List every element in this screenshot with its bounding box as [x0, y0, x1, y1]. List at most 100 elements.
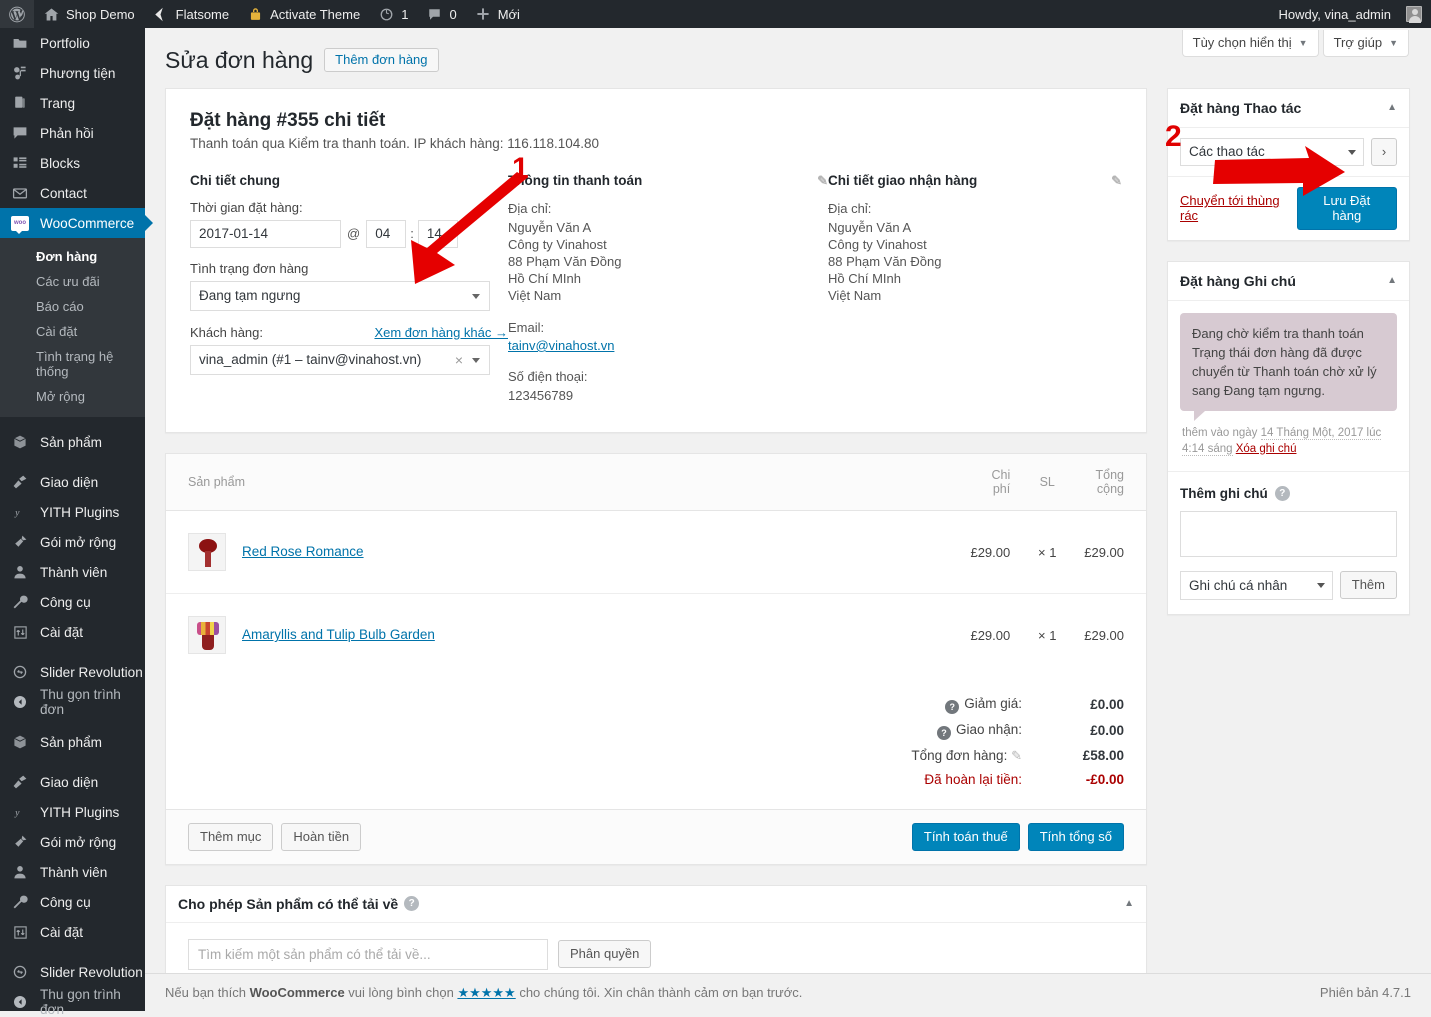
chevron-up-icon[interactable]: ▲	[1124, 898, 1134, 909]
sidebar-item-portfolio[interactable]: Portfolio	[0, 28, 145, 58]
grant-access-button[interactable]: Phân quyền	[558, 940, 652, 969]
sidebar-item-plugins-2[interactable]: Gói mở rộng	[0, 827, 145, 857]
sidebar-item-settings-2[interactable]: Cài đặt	[0, 917, 145, 947]
refund-button[interactable]: Hoàn tiền	[281, 822, 362, 851]
help-icon[interactable]: ?	[404, 896, 420, 912]
sidebar-item-products-2[interactable]: Sản phẩm	[0, 727, 145, 757]
flatsome-menu[interactable]: Flatsome	[144, 0, 238, 28]
note-type-select[interactable]: Ghi chú cá nhân	[1180, 570, 1333, 600]
downloadable-search-input[interactable]	[188, 938, 548, 970]
sidebar-item-slider-revolution[interactable]: Slider Revolution	[0, 657, 145, 687]
menu-separator	[0, 457, 145, 467]
sidebar-item-media[interactable]: Phương tiện	[0, 58, 145, 88]
edit-shipping-pencil-icon[interactable]: ✎	[1111, 173, 1122, 189]
submenu-item-reports[interactable]: Báo cáo	[0, 294, 145, 319]
order-total-label: Tổng đơn hàng:	[911, 747, 1008, 763]
settings-icon	[11, 923, 29, 941]
edit-total-pencil-icon[interactable]: ✎	[1011, 748, 1022, 763]
comments-menu[interactable]: 0	[417, 0, 465, 28]
sidebar-item-label: Thu gọn trình đơn	[40, 687, 121, 717]
sidebar-item-label: Gói mở rộng	[40, 834, 117, 850]
apply-action-button[interactable]: ›	[1371, 137, 1397, 166]
screen-options-button[interactable]: Tùy chọn hiển thị ▼	[1181, 30, 1319, 57]
view-other-orders-link[interactable]: Xem đơn hàng khác →	[374, 325, 508, 340]
updates-menu[interactable]: 1	[369, 0, 417, 28]
product-name-link[interactable]: Red Rose Romance	[242, 544, 364, 559]
note-textarea[interactable]	[1180, 510, 1397, 557]
sidebar-item-plugins[interactable]: Gói mở rộng	[0, 527, 145, 557]
sidebar-item-users[interactable]: Thành viên	[0, 557, 145, 587]
side-column: Đặt hàng Thao tác ▲ Các thao tác › Chuyể…	[1167, 87, 1410, 1009]
sidebar-item-blocks[interactable]: Blocks	[0, 148, 145, 178]
sidebar-item-comments[interactable]: Phản hồi	[0, 118, 145, 148]
my-account-menu[interactable]: Howdy, vina_admin	[1270, 0, 1431, 28]
order-status-select[interactable]: Đang tạm ngưng	[190, 280, 490, 311]
calculate-total-button[interactable]: Tính tổng số	[1027, 822, 1124, 851]
customer-value: vina_admin (#1 – tainv@vinahost.vn)	[199, 352, 422, 368]
sidebar-item-pages[interactable]: Trang	[0, 88, 145, 118]
customer-select[interactable]: vina_admin (#1 – tainv@vinahost.vn) ×	[190, 344, 490, 375]
sidebar-item-yith-plugins[interactable]: y YITH Plugins	[0, 497, 145, 527]
edit-billing-pencil-icon[interactable]: ✎	[817, 173, 828, 189]
sidebar-item-label: YITH Plugins	[40, 804, 120, 820]
menu-separator	[0, 757, 145, 767]
order-hour-input[interactable]	[366, 219, 407, 248]
sidebar-item-appearance-2[interactable]: Giao diện	[0, 767, 145, 797]
clear-customer-icon[interactable]: ×	[455, 352, 463, 368]
new-content-label: Mới	[497, 6, 520, 22]
rating-stars-link[interactable]: ★★★★★	[457, 985, 515, 1000]
order-date-input[interactable]	[190, 219, 341, 248]
sidebar-item-label: Cài đặt	[40, 924, 84, 940]
move-to-trash-link[interactable]: Chuyển tới thùng rác	[1180, 193, 1297, 223]
sidebar-item-slider-revolution-2[interactable]: Slider Revolution	[0, 957, 145, 987]
sidebar-item-label: Blocks	[40, 155, 81, 171]
sidebar-item-label: Thành viên	[40, 864, 108, 880]
sidebar-item-tools-2[interactable]: Công cụ	[0, 887, 145, 917]
wordpress-logo-button[interactable]	[0, 0, 34, 28]
billing-phone-block: Số điện thoại: 123456789	[508, 369, 828, 404]
chevron-down-icon	[472, 357, 480, 363]
sidebar-item-collapse-menu[interactable]: Thu gọn trình đơn	[0, 687, 145, 717]
new-content-menu[interactable]: Mới	[466, 0, 529, 28]
add-note-button[interactable]: Thêm	[1339, 571, 1397, 600]
sidebar-item-yith-plugins-2[interactable]: y YITH Plugins	[0, 797, 145, 827]
submenu-item-orders[interactable]: Đơn hàng	[0, 244, 145, 269]
sidebar-item-label: Giao diện	[40, 474, 99, 490]
collapse-icon	[11, 693, 29, 711]
sidebar-item-users-2[interactable]: Thành viên	[0, 857, 145, 887]
sidebar-item-contact[interactable]: Contact	[0, 178, 145, 208]
site-name-menu[interactable]: Shop Demo	[34, 0, 144, 28]
sidebar-item-products[interactable]: Sản phẩm	[0, 427, 145, 457]
sidebar-item-label: Cài đặt	[40, 624, 84, 640]
save-order-button[interactable]: Lưu Đặt hàng	[1296, 186, 1397, 230]
order-action-select[interactable]: Các thao tác	[1180, 137, 1364, 166]
sidebar-item-label: Sản phẩm	[40, 434, 102, 450]
delete-note-link[interactable]: Xóa ghi chú	[1236, 443, 1297, 455]
sidebar-item-woocommerce[interactable]: woo WooCommerce	[0, 208, 153, 238]
help-icon[interactable]: ?	[1274, 485, 1290, 501]
billing-email-link[interactable]: tainv@vinahost.vn	[508, 338, 828, 353]
help-icon[interactable]: ?	[945, 699, 960, 714]
submenu-item-settings[interactable]: Cài đặt	[0, 319, 145, 344]
chevron-up-icon[interactable]: ▲	[1387, 102, 1397, 113]
help-button[interactable]: Trợ giúp ▼	[1322, 30, 1409, 57]
downloadable-title: Cho phép Sản phẩm có thể tải về ?	[178, 896, 420, 912]
submenu-item-extensions[interactable]: Mở rộng	[0, 384, 145, 409]
sidebar-item-appearance[interactable]: Giao diện	[0, 467, 145, 497]
add-item-button[interactable]: Thêm mục	[188, 822, 274, 851]
billing-email-block: Email: tainv@vinahost.vn	[508, 320, 828, 353]
chevron-up-icon[interactable]: ▲	[1387, 275, 1397, 286]
add-order-button[interactable]: Thêm đơn hàng	[324, 48, 439, 73]
product-name-link[interactable]: Amaryllis and Tulip Bulb Garden	[242, 627, 435, 642]
comments-count: 0	[449, 6, 457, 22]
submenu-item-coupons[interactable]: Các ưu đãi	[0, 269, 145, 294]
order-minute-input[interactable]	[417, 219, 458, 248]
calculate-tax-button[interactable]: Tính toán thuế	[911, 822, 1020, 851]
sidebar-item-settings[interactable]: Cài đặt	[0, 617, 145, 647]
help-icon[interactable]: ?	[936, 725, 951, 740]
activate-theme-menu[interactable]: Activate Theme	[238, 0, 369, 28]
mail-icon	[11, 184, 29, 202]
submenu-item-status[interactable]: Tình trạng hệ thống	[0, 344, 145, 384]
sidebar-item-collapse-menu-2[interactable]: Thu gọn trình đơn	[0, 987, 145, 1017]
sidebar-item-tools[interactable]: Công cụ	[0, 587, 145, 617]
